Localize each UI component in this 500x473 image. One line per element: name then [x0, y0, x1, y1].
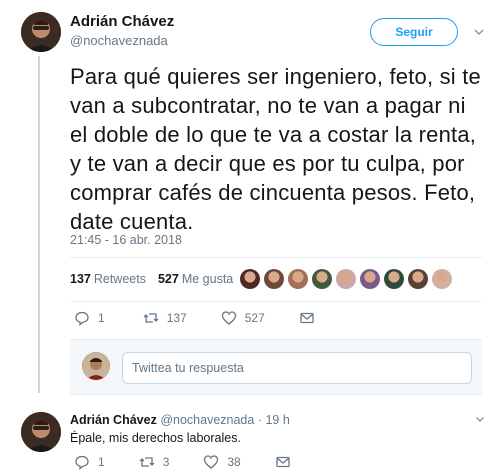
tweet-text: Para qué quieres ser ingeniero, feto, si…	[70, 64, 481, 234]
liker-avatar[interactable]	[408, 269, 428, 289]
liker-avatar[interactable]	[264, 269, 284, 289]
liker-avatar[interactable]	[360, 269, 380, 289]
message-button[interactable]	[275, 454, 291, 470]
heart-icon	[221, 311, 236, 325]
author-handle[interactable]: @nochaveznada	[70, 33, 168, 48]
reply-icon	[75, 455, 89, 470]
liker-avatar[interactable]	[432, 269, 452, 289]
envelope-icon	[276, 456, 290, 468]
reply-text: Épale, mis derechos laborales.	[70, 431, 241, 445]
divider	[70, 257, 482, 258]
retweet-count: 3	[162, 455, 170, 469]
liker-avatar[interactable]	[312, 269, 332, 289]
timestamp[interactable]: 21:45 - 16 abr. 2018	[70, 233, 182, 247]
liker-avatar[interactable]	[240, 269, 260, 289]
divider	[70, 301, 482, 302]
chevron-down-icon[interactable]	[474, 413, 486, 425]
tweet-actions: 1 137 527	[74, 310, 349, 326]
retweet-icon	[143, 313, 159, 323]
avatar	[82, 352, 110, 380]
reply-count: 1	[98, 455, 105, 469]
envelope-icon	[300, 312, 314, 324]
like-count: 527	[244, 311, 265, 325]
tweet-stats: 137 Retweets 527 Me gusta	[70, 272, 233, 286]
reply-time[interactable]: · 19 h	[258, 413, 290, 427]
follow-button[interactable]: Seguir	[370, 18, 458, 46]
liker-avatar[interactable]	[288, 269, 308, 289]
reply-button[interactable]: 1	[74, 310, 105, 326]
like-button[interactable]: 527	[221, 310, 265, 326]
retweet-icon	[139, 457, 155, 467]
retweet-button[interactable]: 3	[139, 454, 170, 470]
like-button[interactable]: 38	[203, 454, 241, 470]
avatar[interactable]	[21, 412, 61, 452]
reply-icon	[75, 311, 89, 326]
thread-line	[38, 56, 40, 393]
message-button[interactable]	[299, 310, 315, 326]
likes-stat[interactable]: 527 Me gusta	[158, 272, 233, 286]
liker-avatar[interactable]	[384, 269, 404, 289]
avatar[interactable]	[21, 12, 61, 52]
author-name[interactable]: Adrián Chávez	[70, 13, 174, 30]
reply-actions: 1 3 38	[74, 454, 325, 470]
reply-count: 1	[98, 311, 105, 325]
reply-input[interactable]: Twittea tu respuesta	[122, 352, 472, 384]
reply-header: Adrián Chávez @nochaveznada · 19 h	[70, 413, 290, 427]
chevron-down-icon[interactable]	[472, 25, 486, 39]
liker-avatar[interactable]	[336, 269, 356, 289]
author-name[interactable]: Adrián Chávez	[70, 413, 157, 427]
retweet-count: 137	[166, 311, 187, 325]
likers-avatars	[240, 269, 452, 289]
retweet-button[interactable]: 137	[143, 310, 187, 326]
heart-icon	[204, 455, 219, 469]
author-handle[interactable]: @nochaveznada	[160, 413, 254, 427]
like-count: 38	[227, 455, 241, 469]
reply-button[interactable]: 1	[74, 454, 105, 470]
retweets-stat[interactable]: 137 Retweets	[70, 272, 146, 286]
